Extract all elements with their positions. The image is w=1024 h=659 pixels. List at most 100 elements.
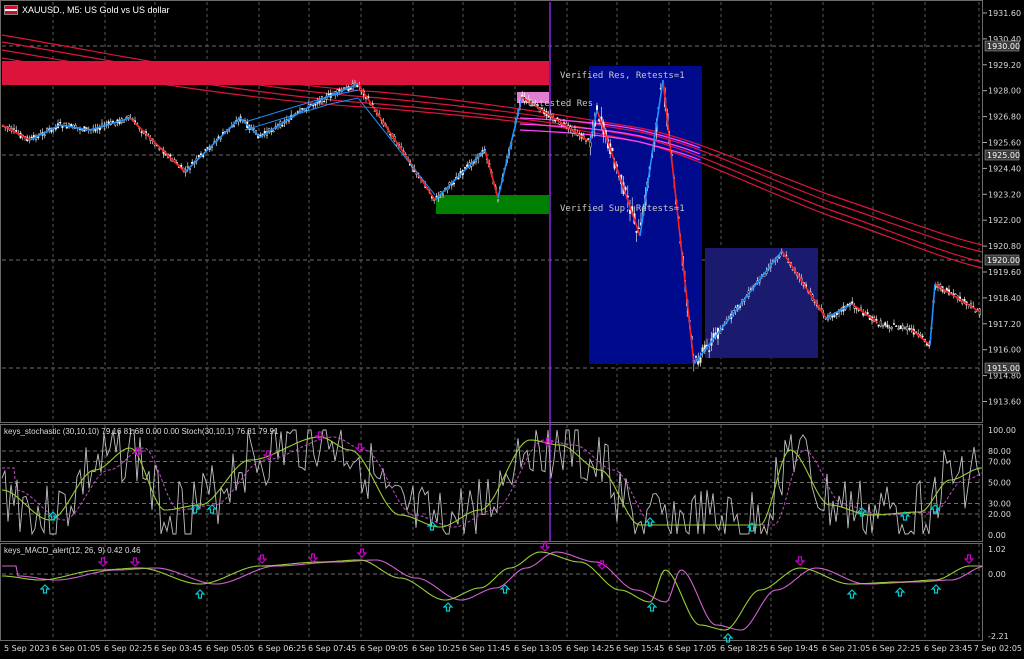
candle-body bbox=[281, 124, 284, 127]
candle-body bbox=[908, 328, 911, 330]
macd-title: keys_MACD_alert(12, 26, 9) 0.42 0.46 bbox=[4, 546, 141, 555]
arrow-up-icon bbox=[39, 584, 51, 594]
arrow-down-icon bbox=[97, 557, 109, 567]
candle-body bbox=[910, 328, 913, 330]
price-tick-label: 1929.20 bbox=[988, 61, 1021, 70]
candle-body bbox=[343, 87, 346, 89]
candle-body bbox=[882, 325, 885, 327]
candle-body bbox=[338, 89, 341, 91]
macd-main-line bbox=[2, 551, 982, 631]
chart-header: XAUUSD., M5: US Gold vs US dollar bbox=[4, 3, 170, 17]
stoch-level-label: 0.00 bbox=[988, 531, 1006, 540]
candle-body bbox=[624, 187, 627, 190]
candle-body bbox=[833, 315, 836, 317]
time-axis-label: 6 Sep 22:25 bbox=[872, 644, 920, 653]
candle-body bbox=[186, 166, 189, 168]
time-axis-label: 6 Sep 05:05 bbox=[206, 644, 254, 653]
price-scale[interactable]: 1931.601930.401929.201928.001926.801925.… bbox=[983, 9, 1021, 407]
macd-signal-arrows bbox=[39, 542, 975, 643]
time-axis-label: 6 Sep 21:05 bbox=[822, 644, 870, 653]
arrow-up-icon bbox=[194, 589, 206, 599]
candle-body bbox=[893, 323, 896, 325]
price-tick-label: 1916.00 bbox=[988, 346, 1021, 355]
stoch-level-label: 50.00 bbox=[988, 479, 1011, 488]
price-tick-label: 1917.20 bbox=[988, 320, 1021, 329]
price-tick-label: 1920.80 bbox=[988, 242, 1021, 251]
chart-title: XAUUSD., M5: US Gold vs US dollar bbox=[22, 5, 170, 15]
time-axis-label: 6 Sep 15:45 bbox=[616, 644, 664, 653]
arrow-down-icon bbox=[307, 553, 319, 563]
candle-body bbox=[464, 167, 467, 169]
time-axis[interactable]: 5 Sep 2023 6 Sep 01:05 6 Sep 02:25 6 Sep 03… bbox=[4, 644, 1022, 653]
candle-body bbox=[884, 322, 887, 326]
price-level-label: 1930.00 bbox=[987, 42, 1020, 51]
candle-body bbox=[563, 122, 566, 124]
zigzag-down-segments bbox=[1, 79, 981, 365]
candle-body bbox=[708, 350, 711, 352]
candle-body bbox=[288, 120, 291, 122]
macd-level-label: 0.00 bbox=[988, 570, 1006, 579]
candle-body bbox=[897, 328, 900, 330]
price-tick-label: 1913.60 bbox=[988, 398, 1021, 407]
stoch-level-label: 70.00 bbox=[988, 458, 1011, 467]
macd-signal-line bbox=[2, 551, 983, 631]
candle-body bbox=[547, 115, 550, 118]
candle-body bbox=[314, 103, 317, 106]
verified-res-box bbox=[589, 66, 702, 364]
price-tick-label: 1923.20 bbox=[988, 190, 1021, 199]
time-axis-label: 6 Sep 10:25 bbox=[412, 644, 460, 653]
candle-body bbox=[81, 129, 84, 131]
candle-body bbox=[919, 334, 922, 336]
trading-terminal-chart[interactable]: Verified Res, Retests=1 Untested Res Ver… bbox=[0, 0, 1024, 655]
time-axis-label: 6 Sep 11:45 bbox=[462, 644, 510, 653]
candle-body bbox=[252, 127, 255, 130]
candle-body bbox=[197, 155, 200, 158]
candle-body bbox=[272, 130, 275, 133]
stochastic-title: keys_stochastic (30,10,10) 79.16 81.68 0… bbox=[4, 427, 279, 436]
candle-body bbox=[587, 138, 590, 140]
candle-body bbox=[899, 325, 902, 330]
candle-body bbox=[232, 125, 235, 127]
candle-body bbox=[63, 122, 66, 125]
candle-body bbox=[127, 115, 130, 118]
candle-body bbox=[453, 182, 456, 185]
candle-body bbox=[497, 199, 500, 202]
candle-body bbox=[43, 134, 46, 136]
macd-panel-border bbox=[0, 543, 983, 641]
stoch-level-label: 30.00 bbox=[988, 500, 1011, 509]
macd-level-label: 1.02 bbox=[988, 545, 1006, 554]
time-axis-label: 5 Sep 2023 bbox=[4, 644, 50, 653]
price-tick-label: 1925.60 bbox=[988, 139, 1021, 148]
arrow-down-icon bbox=[539, 542, 551, 552]
price-tick-label: 1922.00 bbox=[988, 216, 1021, 225]
time-axis-label: 6 Sep 13:05 bbox=[514, 644, 562, 653]
candle-body bbox=[585, 140, 588, 142]
price-tick-label: 1924.40 bbox=[988, 164, 1021, 173]
arrow-up-icon bbox=[646, 602, 658, 612]
time-axis-label: 6 Sep 09:05 bbox=[360, 644, 408, 653]
arrow-up-icon bbox=[930, 584, 942, 594]
arrow-down-icon bbox=[963, 554, 975, 564]
ma-line-4 bbox=[1, 57, 983, 269]
price-candles bbox=[2, 79, 981, 372]
candle-body bbox=[954, 293, 957, 296]
candle-body bbox=[70, 124, 73, 127]
time-axis-label: 6 Sep 23:45 bbox=[924, 644, 972, 653]
candle-body bbox=[778, 256, 781, 258]
arrow-up-icon bbox=[206, 504, 218, 514]
candle-body bbox=[974, 311, 977, 313]
candle-body bbox=[140, 131, 143, 133]
chart-canvas[interactable]: Verified Res, Retests=1 Untested Res Ver… bbox=[0, 0, 1024, 655]
candle-body bbox=[886, 324, 889, 328]
verified-sup-label: Verified Sup, Retests=1 bbox=[560, 204, 685, 214]
time-axis-label: 6 Sep 03:45 bbox=[154, 644, 202, 653]
time-axis-label: 6 Sep 14:25 bbox=[566, 644, 614, 653]
price-level-label: 1915.00 bbox=[987, 364, 1020, 373]
macd-level-label: -2.21 bbox=[988, 632, 1009, 641]
candle-body bbox=[888, 327, 891, 329]
candle-body bbox=[890, 326, 893, 329]
candle-body bbox=[699, 357, 702, 363]
candle-body bbox=[556, 117, 559, 120]
candle-body bbox=[589, 142, 592, 148]
price-tick-label: 1931.60 bbox=[988, 9, 1021, 18]
